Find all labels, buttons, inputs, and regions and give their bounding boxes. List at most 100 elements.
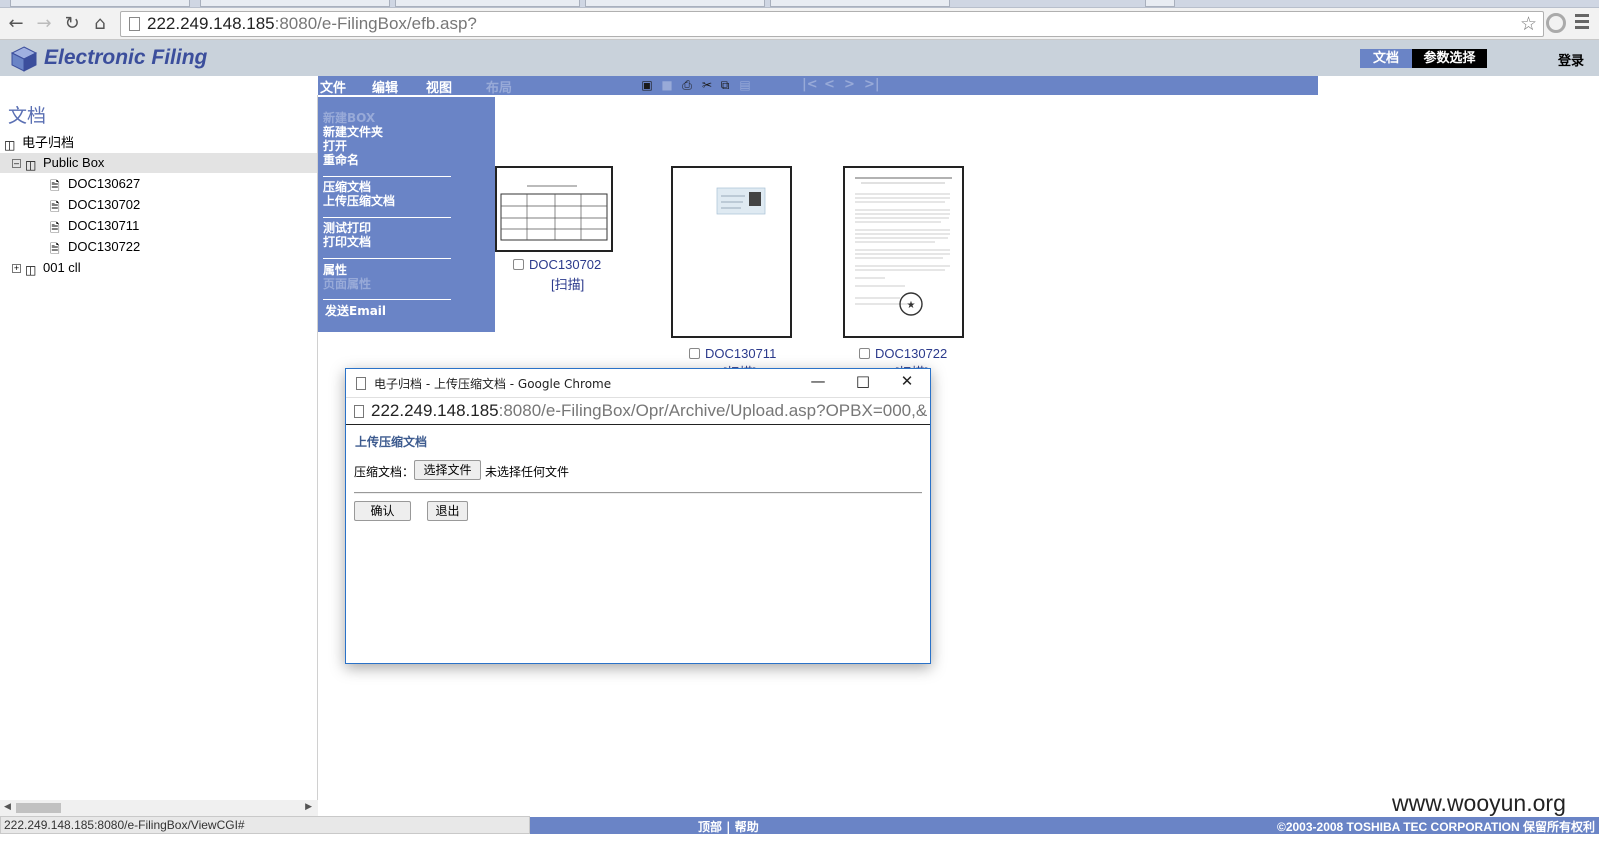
ok-button[interactable]: 确认	[354, 501, 411, 521]
popup-address-bar[interactable]: 222.249.148.185:8080/e-FilingBox/Opr/Arc…	[346, 397, 930, 425]
menu-layout[interactable]: 布局	[486, 77, 512, 96]
cut-icon[interactable]: ✂	[700, 78, 714, 92]
url-host: 222.249.148.185	[371, 401, 499, 420]
login-link[interactable]: 登录	[1558, 50, 1584, 69]
browser-tab[interactable]	[1145, 0, 1175, 7]
bookmark-star-icon[interactable]: ☆	[1520, 13, 1537, 35]
paste-icon[interactable]: ▤	[738, 78, 752, 92]
tree-item-doc[interactable]: 🗎 DOC130702	[50, 195, 140, 215]
tree-item-doc[interactable]: 🗎 DOC130627	[50, 174, 140, 194]
document-icon: 🗎	[50, 200, 60, 214]
address-bar[interactable]: 222.249.148.185:8080/e-FilingBox/efb.asp…	[120, 11, 1544, 37]
menu-item-new-folder[interactable]: 新建文件夹	[323, 125, 383, 139]
nav-next-icon[interactable]: >	[844, 77, 855, 92]
menu-separator	[323, 258, 451, 259]
thumbnail-doc130722[interactable]: ★	[843, 166, 964, 338]
collapse-icon[interactable]: –	[12, 159, 21, 168]
select-checkbox[interactable]	[689, 348, 700, 359]
menu-item-test-print[interactable]: 测试打印	[323, 221, 371, 235]
browser-tab[interactable]	[770, 0, 950, 7]
copy-icon[interactable]: ⧉	[718, 78, 732, 92]
tree-item-box[interactable]: + ◫ 001 cll	[12, 258, 81, 278]
app-logo-text: Electronic Filing	[44, 46, 208, 69]
address-url[interactable]: 222.249.148.185:8080/e-FilingBox/efb.asp…	[147, 14, 477, 34]
scroll-right-icon[interactable]: ▶	[305, 802, 312, 812]
menu-item-send-email[interactable]: 发送Email	[325, 304, 386, 318]
tree-item-public-box[interactable]: – ◫ Public Box	[0, 153, 317, 173]
header-param-tab[interactable]: 参数选择	[1412, 49, 1487, 68]
file-dropdown-menu: 新建BOX 新建文件夹 打开 重命名 压缩文档 上传压缩文档 测试打印 打印文档…	[318, 97, 495, 332]
tree-item-label: 001 cll	[43, 260, 81, 275]
menu-file[interactable]: 文件	[320, 77, 346, 96]
top-help-links[interactable]: 顶部 | 帮助	[698, 818, 759, 835]
watermark: www.wooyun.org	[1392, 790, 1566, 816]
expand-icon[interactable]: +	[12, 264, 21, 273]
menu-item-new-box[interactable]: 新建BOX	[323, 111, 375, 125]
thumbnail-label[interactable]: DOC130702	[513, 257, 601, 272]
browser-tab[interactable]	[10, 0, 190, 7]
thumbnail-doc130711[interactable]	[671, 166, 792, 338]
extension-icon[interactable]	[1546, 13, 1566, 33]
upload-popup-window: 电子归档 - 上传压缩文档 - Google Chrome — □ ✕ 222.…	[345, 368, 931, 664]
save-icon[interactable]: ■	[660, 78, 674, 92]
sidebar: 文档 ◫ 电子归档 – ◫ Public Box 🗎 DOC130627 🗎 DOC130…	[0, 95, 318, 816]
menu-separator	[323, 217, 451, 218]
browser-tab[interactable]	[395, 0, 580, 7]
url-path: :8080/e-FilingBox/efb.asp?	[274, 14, 477, 33]
browser-tab[interactable]	[585, 0, 765, 7]
browser-menu-icon[interactable]	[1575, 14, 1589, 32]
tree-item-label: DOC130722	[68, 239, 141, 254]
display-icon[interactable]: ▣	[640, 78, 654, 92]
thumbnail-label[interactable]: DOC130711	[689, 346, 776, 361]
popup-titlebar[interactable]: 电子归档 - 上传压缩文档 - Google Chrome — □ ✕	[346, 369, 930, 397]
thumbnail-name: DOC130702	[529, 257, 602, 272]
menu-view[interactable]: 视图	[426, 77, 452, 96]
document-icon: 🗎	[50, 242, 60, 256]
menu-item-page-properties[interactable]: 页面属性	[323, 277, 371, 291]
url-host: 222.249.148.185	[147, 14, 275, 33]
reload-icon[interactable]: ↻	[60, 12, 84, 36]
browser-tab[interactable]	[200, 0, 390, 7]
menu-item-upload-compressed[interactable]: 上传压缩文档	[323, 194, 395, 208]
menu-edit[interactable]: 编辑	[372, 77, 398, 96]
print-icon[interactable]: ⎙	[680, 78, 694, 92]
sidebar-horizontal-scrollbar[interactable]: ◀ ▶	[0, 800, 318, 816]
exit-button[interactable]: 退出	[427, 501, 468, 521]
letter-preview-image: ★	[855, 177, 952, 316]
menu-item-print-document[interactable]: 打印文档	[323, 235, 371, 249]
tree-root[interactable]: ◫ 电子归档	[4, 133, 74, 153]
popup-url[interactable]: 222.249.148.185:8080/e-FilingBox/Opr/Arc…	[371, 401, 927, 421]
page-icon	[354, 405, 364, 418]
nav-first-icon[interactable]: |<	[802, 77, 818, 92]
header-doc-tab[interactable]: 文档	[1360, 49, 1412, 68]
box-icon: ◫	[25, 158, 37, 172]
close-icon[interactable]: ✕	[897, 372, 917, 390]
tree-item-label: Public Box	[43, 155, 105, 170]
minimize-icon[interactable]: —	[808, 372, 828, 390]
menu-item-open[interactable]: 打开	[323, 139, 347, 153]
scan-link[interactable]: [扫描]	[551, 274, 584, 293]
nav-last-icon[interactable]: >|	[864, 77, 880, 92]
back-icon[interactable]: ←	[4, 12, 28, 36]
tree-item-doc[interactable]: 🗎 DOC130711	[50, 216, 139, 236]
cabinet-icon: ◫	[4, 138, 16, 152]
select-checkbox[interactable]	[859, 348, 870, 359]
tree-item-doc[interactable]: 🗎 DOC130722	[50, 237, 140, 257]
menu-item-properties[interactable]: 属性	[323, 263, 347, 277]
menu-separator	[323, 176, 451, 177]
maximize-icon[interactable]: □	[853, 372, 873, 390]
scrollbar-thumb[interactable]	[16, 803, 61, 813]
nav-prev-icon[interactable]: <	[824, 77, 835, 92]
scroll-left-icon[interactable]: ◀	[4, 802, 11, 812]
menu-item-rename[interactable]: 重命名	[323, 153, 359, 167]
forward-icon[interactable]: →	[32, 12, 56, 36]
id-card-preview-image	[716, 187, 766, 215]
home-icon[interactable]: ⌂	[88, 12, 112, 36]
app-footer: 顶部 | 帮助 ©2003-2008 TOSHIBA TEC CORPORATI…	[530, 817, 1599, 834]
select-checkbox[interactable]	[513, 259, 524, 270]
no-file-text: 未选择任何文件	[485, 465, 570, 479]
thumbnail-label[interactable]: DOC130722	[859, 346, 947, 361]
menu-item-compress[interactable]: 压缩文档	[323, 180, 371, 194]
thumbnail-doc130702[interactable]	[495, 166, 613, 252]
choose-file-button[interactable]: 选择文件	[414, 460, 481, 480]
